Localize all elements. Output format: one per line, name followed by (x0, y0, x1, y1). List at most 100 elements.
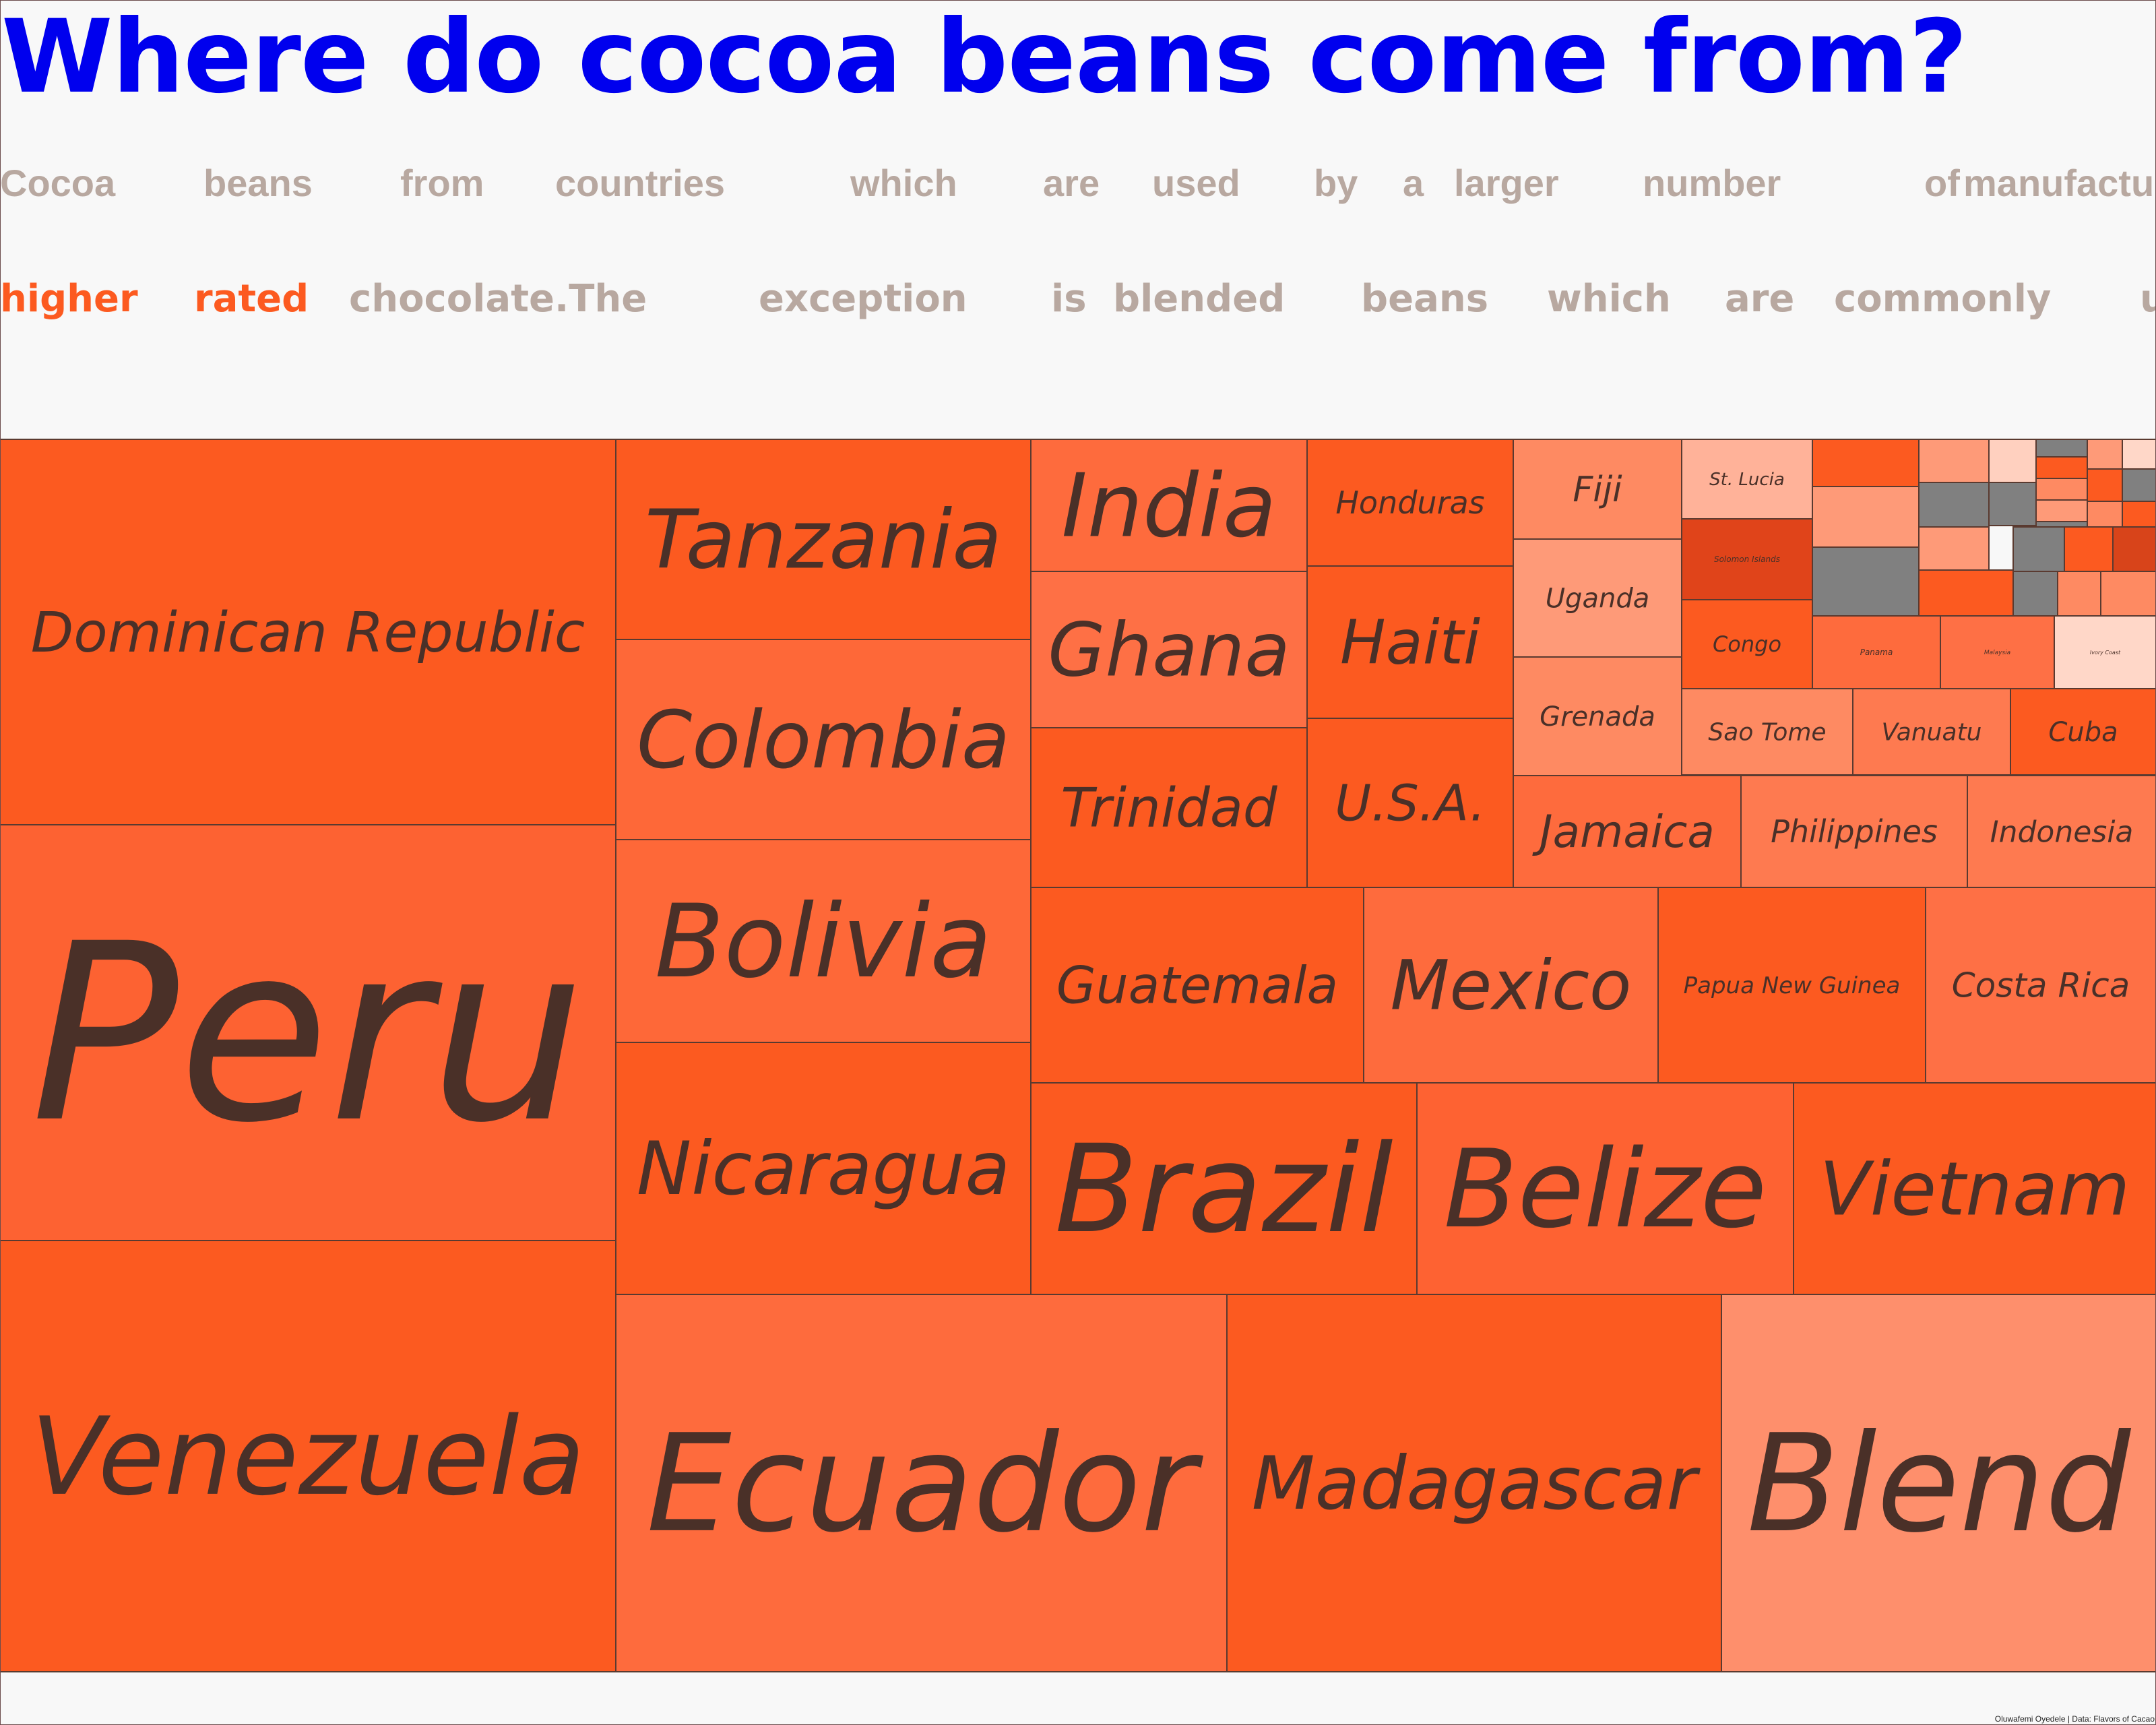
treemap-tile (2035, 499, 2088, 522)
tile-label: St. Lucia (1709, 470, 1785, 490)
treemap-tile: Colombia (615, 639, 1032, 840)
treemap-tile: Peru (0, 824, 616, 1241)
treemap-tile (2012, 571, 2058, 617)
treemap-tile (2122, 468, 2156, 502)
treemap-tile (1988, 439, 2037, 483)
tile-label: Jamaica (1532, 806, 1715, 858)
treemap-tile: Solomon Islands (1681, 518, 1813, 600)
tile-rect (2122, 468, 2156, 502)
tile-label: Colombia (637, 693, 1010, 786)
tile-label: Ivory Coast (2090, 650, 2121, 656)
tile-label: Vietnam (1820, 1146, 2130, 1232)
treemap-tile: Brazil (1030, 1082, 1418, 1295)
treemap-tile (2064, 526, 2114, 572)
tile-label: Tanzania (645, 494, 1002, 588)
treemap-tile (1918, 482, 1990, 528)
tile-rect (2122, 439, 2156, 470)
treemap-tile: Ghana (1030, 571, 1308, 728)
treemap-tile (2112, 526, 2156, 572)
treemap-tile: Belize (1416, 1082, 1794, 1295)
tile-label: Ecuador (646, 1406, 1203, 1563)
treemap-tile (2087, 439, 2123, 470)
treemap-tile (2035, 478, 2088, 501)
tile-rect (2035, 456, 2088, 479)
treemap-tile: Guatemala (1030, 887, 1364, 1084)
treemap-tile: Ecuador (615, 1294, 1228, 1672)
tile-label: Trinidad (1060, 777, 1278, 840)
tile-label: Madagascar (1252, 1441, 1701, 1526)
treemap-tile (1918, 439, 1990, 483)
tile-label: Nicaragua (637, 1126, 1010, 1212)
treemap-tile: India (1030, 439, 1308, 572)
treemap-tile: Haiti (1306, 565, 1514, 719)
tile-label: India (1061, 455, 1276, 557)
tile-label: Peru (31, 891, 585, 1177)
tile-label: Malaysia (1984, 650, 2010, 656)
tile-label: Panama (1860, 648, 1893, 657)
tile-label: Uganda (1546, 584, 1649, 615)
treemap-tile: Ivory Coast (2054, 615, 2156, 689)
treemap-tile: Congo (1681, 599, 1813, 689)
treemap-tile: Papua New Guinea (1657, 887, 1926, 1084)
treemap-tile: Indonesia (1967, 775, 2156, 888)
tile-label: Cuba (2048, 717, 2118, 748)
treemap-tile (1812, 486, 1920, 548)
treemap-tile (2035, 439, 2088, 458)
treemap-tile: Vietnam (1793, 1082, 2156, 1295)
treemap-tile (2087, 501, 2123, 529)
tile-rect (2035, 478, 2088, 501)
treemap-tile (1812, 439, 1920, 487)
treemap-tile: Tanzania (615, 439, 1032, 640)
treemap-tile (1988, 482, 2037, 526)
tile-label: Haiti (1340, 608, 1480, 679)
treemap-tile: Panama (1812, 615, 1941, 689)
treemap-tile: St. Lucia (1681, 439, 1813, 520)
tile-label: Grenada (1540, 701, 1655, 732)
tile-label: Guatemala (1056, 955, 1338, 1015)
treemap-tile (1812, 546, 1920, 617)
treemap-tile (2100, 571, 2156, 617)
tile-rect (2064, 526, 2114, 572)
treemap-tile: Mexico (1363, 887, 1659, 1084)
treemap-tile (2035, 456, 2088, 479)
tile-rect (2122, 501, 2156, 528)
treemap-tile (1918, 569, 2014, 617)
treemap-tile (2122, 501, 2156, 528)
tile-label: Bolivia (655, 883, 992, 1001)
tile-label: Indonesia (1990, 815, 2134, 849)
treemap-tile: Madagascar (1226, 1294, 1722, 1672)
treemap-tile (2012, 526, 2065, 572)
tile-label: Sao Tome (1708, 719, 1826, 747)
treemap-tile: U.S.A. (1306, 718, 1514, 888)
tile-label: Blend (1747, 1406, 2132, 1563)
treemap-tile: Honduras (1306, 439, 1514, 567)
tile-rect (2057, 571, 2101, 617)
tile-rect (2112, 526, 2156, 572)
treemap-tile: Malaysia (1940, 615, 2055, 689)
tile-rect (2035, 439, 2088, 458)
tile-label: Papua New Guinea (1684, 972, 1901, 999)
treemap-tile: Blend (1721, 1294, 2156, 1672)
tile-rect (1988, 439, 2037, 483)
source-caption: Oluwafemi Oyedele | Data: Flavors of Cac… (1994, 1714, 2155, 1724)
treemap-tile (2122, 439, 2156, 470)
tile-rect (1812, 439, 1920, 487)
tile-label: Vanuatu (1881, 719, 1981, 747)
tile-rect (2012, 571, 2058, 617)
tile-label: Philippines (1771, 813, 1938, 850)
tile-label: Solomon Islands (1714, 555, 1780, 564)
tile-rect (2100, 571, 2156, 617)
treemap-tile: Vanuatu (1852, 688, 2011, 776)
treemap-chart: Dominican Republic Peru Venezuela Tanzania C… (0, 439, 2156, 1672)
treemap-tile (1918, 526, 1990, 571)
tile-rect (2087, 501, 2123, 529)
treemap-tile: Uganda (1513, 538, 1682, 658)
tile-rect (2035, 499, 2088, 522)
treemap-tile: Cuba (2010, 688, 2156, 776)
treemap-tile: Jamaica (1513, 775, 1742, 888)
treemap-tile (2087, 468, 2123, 502)
tile-label: U.S.A. (1335, 774, 1486, 832)
tile-rect (1812, 486, 1920, 548)
treemap-tile (2057, 571, 2101, 617)
tile-rect (1918, 482, 1990, 528)
